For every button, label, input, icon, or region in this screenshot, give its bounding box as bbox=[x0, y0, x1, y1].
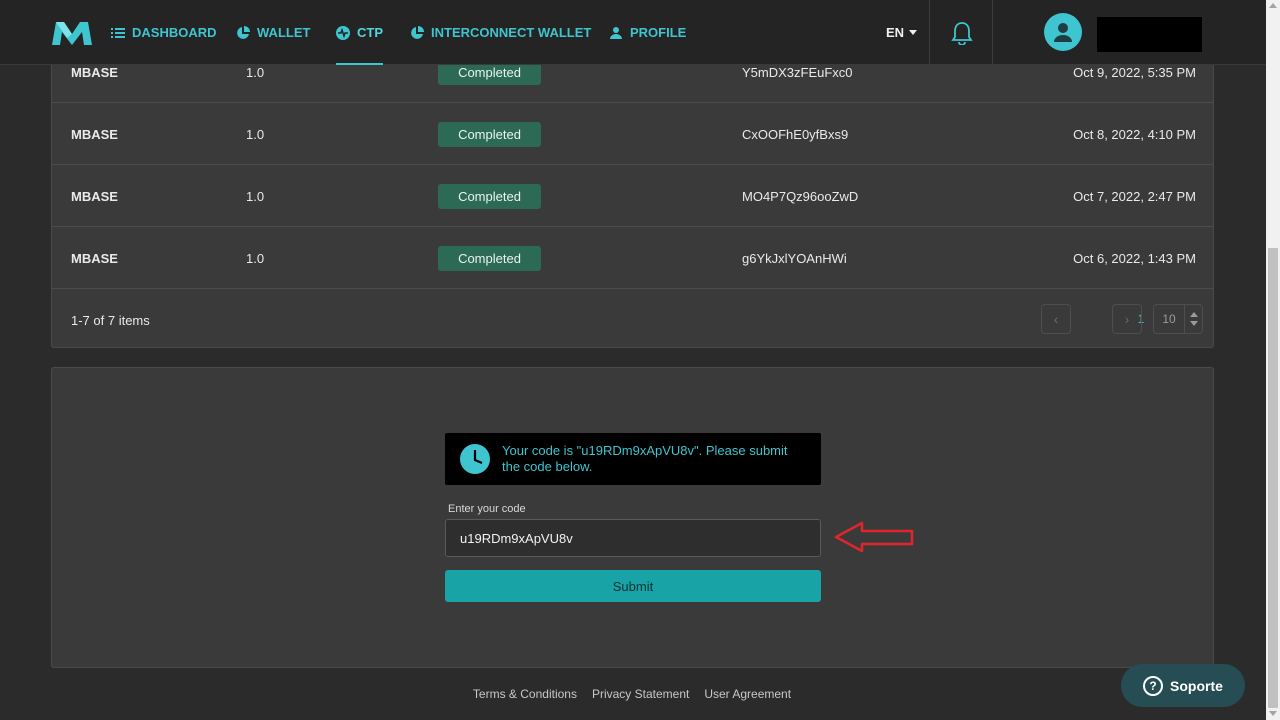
help-icon: ? bbox=[1143, 675, 1164, 696]
asset-cell: MBASE bbox=[71, 250, 118, 266]
code-input-label: Enter your code bbox=[448, 503, 526, 515]
next-page-button[interactable]: › bbox=[1112, 304, 1142, 334]
nav-profile-label: PROFILE bbox=[630, 25, 687, 40]
bell-icon[interactable] bbox=[951, 21, 973, 45]
chevron-down-icon[interactable] bbox=[1189, 321, 1198, 326]
code-notice-text: Your code is "u19RDm9xApVU8v". Please su… bbox=[502, 443, 788, 474]
chevron-down-icon bbox=[909, 30, 918, 35]
amount-cell: 1.0 bbox=[246, 250, 265, 266]
activity-icon bbox=[336, 25, 350, 40]
avatar[interactable] bbox=[1044, 13, 1082, 51]
status-cell: Completed bbox=[438, 165, 541, 227]
user-icon bbox=[1054, 23, 1072, 42]
nav-interconnect-wallet[interactable]: INTERCONNECT WALLET bbox=[410, 0, 591, 65]
nav-dashboard-label: DASHBOARD bbox=[132, 25, 217, 40]
code-notice: Your code is "u19RDm9xApVU8v". Please su… bbox=[445, 433, 821, 485]
scroll-up-icon[interactable] bbox=[1269, 3, 1277, 8]
page-size-value: 10 bbox=[1162, 312, 1176, 326]
scroll-down-icon[interactable] bbox=[1269, 711, 1277, 716]
table-row: MBASE 1.0 Completed CxOOFhE0yfBxs9 Oct 8… bbox=[52, 103, 1213, 165]
username-redacted[interactable] bbox=[1097, 17, 1202, 52]
divider bbox=[929, 0, 930, 65]
code-cell: CxOOFhE0yfBxs9 bbox=[742, 126, 849, 142]
privacy-link[interactable]: Privacy Statement bbox=[592, 687, 689, 701]
user-icon bbox=[610, 26, 622, 39]
page-size-spinner[interactable] bbox=[1184, 305, 1202, 333]
nav-ctp-label: CTP bbox=[357, 25, 383, 40]
footer-links: Terms & Conditions Privacy Statement Use… bbox=[0, 687, 1264, 701]
top-navbar: DASHBOARD WALLET CTP INTERCONNECT WALLET… bbox=[0, 0, 1266, 65]
support-button[interactable]: ? Soporte bbox=[1121, 664, 1245, 707]
user-agreement-link[interactable]: User Agreement bbox=[704, 687, 791, 701]
code-submission-panel: Your code is "u19RDm9xApVU8v". Please su… bbox=[51, 367, 1214, 668]
status-cell: Completed bbox=[438, 103, 541, 165]
asset-cell: MBASE bbox=[71, 126, 118, 142]
status-cell: Completed bbox=[438, 227, 541, 289]
date-cell: Oct 6, 2022, 1:43 PM bbox=[1073, 250, 1196, 266]
date-cell: Oct 8, 2022, 4:10 PM bbox=[1073, 126, 1196, 142]
status-badge: Completed bbox=[438, 121, 541, 147]
table-footer: 1-7 of 7 items bbox=[52, 293, 1213, 348]
nav-interconnect-wallet-label: INTERCONNECT WALLET bbox=[431, 25, 592, 40]
chevron-right-icon: › bbox=[1124, 311, 1130, 327]
divider bbox=[992, 0, 993, 65]
brand-logo[interactable] bbox=[50, 19, 94, 47]
code-input[interactable] bbox=[445, 519, 821, 557]
nav-wallet[interactable]: WALLET bbox=[236, 0, 310, 65]
chevron-up-icon[interactable] bbox=[1189, 312, 1198, 317]
table-row: MBASE 1.0 Completed MO4P7Qz96ooZwD Oct 7… bbox=[52, 165, 1213, 227]
date-cell: Oct 7, 2022, 2:47 PM bbox=[1073, 188, 1196, 204]
list-icon bbox=[111, 27, 125, 38]
language-selector[interactable]: EN bbox=[886, 0, 918, 65]
page-size-stepper[interactable]: 10 bbox=[1153, 304, 1203, 334]
support-label: Soporte bbox=[1170, 677, 1223, 694]
language-label: EN bbox=[886, 25, 905, 40]
arrow-left-icon bbox=[834, 521, 914, 553]
status-badge: Completed bbox=[438, 183, 541, 209]
amount-cell: 1.0 bbox=[246, 126, 265, 142]
terms-link[interactable]: Terms & Conditions bbox=[473, 687, 577, 701]
clock-icon bbox=[460, 444, 490, 474]
scrollbar-thumb[interactable] bbox=[1268, 248, 1278, 708]
code-cell: MO4P7Qz96ooZwD bbox=[742, 188, 859, 204]
asset-cell: MBASE bbox=[71, 188, 118, 204]
amount-cell: 1.0 bbox=[246, 188, 265, 204]
status-badge: Completed bbox=[438, 245, 541, 271]
nav-wallet-label: WALLET bbox=[257, 25, 311, 40]
items-count: 1-7 of 7 items bbox=[71, 313, 150, 328]
nav-ctp[interactable]: CTP bbox=[336, 0, 383, 65]
nav-dashboard[interactable]: DASHBOARD bbox=[111, 0, 217, 65]
chevron-left-icon: ‹ bbox=[1053, 311, 1059, 327]
prev-page-button[interactable]: ‹ bbox=[1041, 304, 1071, 334]
pie-chart-icon bbox=[237, 25, 250, 39]
nav-profile[interactable]: PROFILE bbox=[609, 0, 686, 65]
transactions-table: MBASE 1.0 Completed Y5mDX3zFEuFxc0 Oct 9… bbox=[51, 40, 1214, 348]
submit-button[interactable]: Submit bbox=[445, 570, 821, 602]
code-cell: g6YkJxlYOAnHWi bbox=[742, 250, 847, 266]
pie-chart-icon bbox=[411, 25, 424, 39]
table-row: MBASE 1.0 Completed g6YkJxlYOAnHWi Oct 6… bbox=[52, 227, 1213, 289]
